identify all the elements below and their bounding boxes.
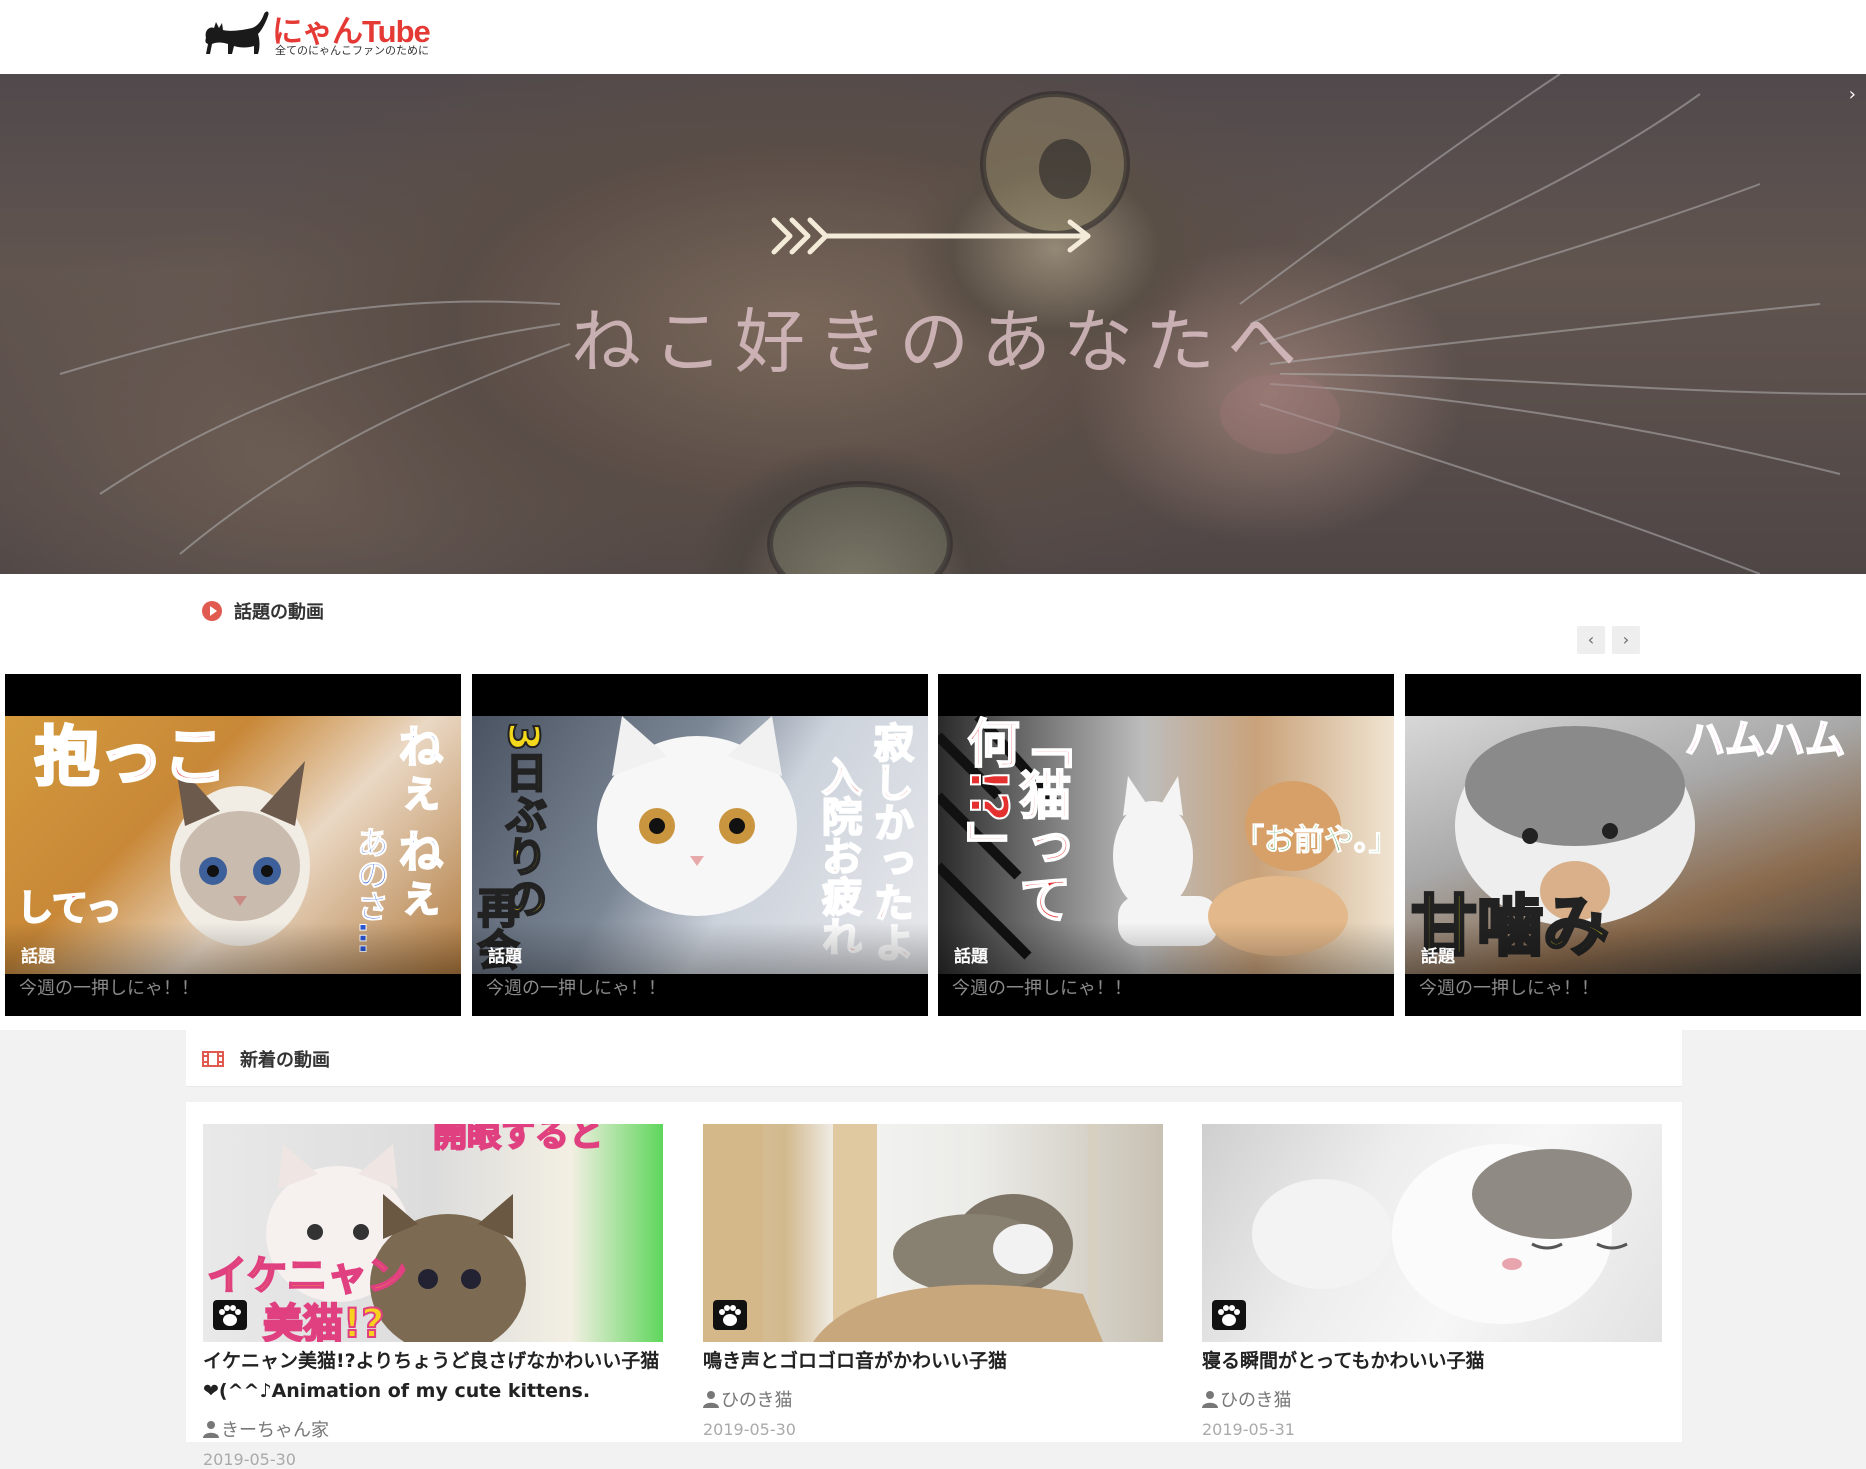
video-thumbnail[interactable] [703,1124,1163,1342]
arrow-icon [771,217,1091,255]
video-title[interactable]: 鳴き声とゴロゴロ音がかわいい子猫 [703,1346,1163,1376]
thumb-text: 「お前や。」 [1234,823,1395,858]
cat-illustration [597,716,797,916]
thumb-text: ハムハム [1684,717,1846,763]
thumb-shade [1405,922,1861,974]
thumb-text: 開眼すると [432,1124,604,1155]
person-icon [1202,1391,1218,1408]
trending-card[interactable]: ハムハム 甘噛み 話題 今週の一押しにゃ！！ [1405,674,1861,1016]
video-card[interactable]: 鳴き声とゴロゴロ音がかわいい子猫 ひのき猫 2019-05-30 [703,1124,1163,1439]
video-title[interactable]: イケニャン美猫!?よりちょうど良さげなかわいい子猫❤(^^♪Animation … [203,1346,663,1406]
new-videos-header-box [186,1030,1682,1087]
video-author[interactable]: ひのき猫 [1202,1386,1662,1412]
paw-icon [213,1300,247,1330]
logo-tagline: 全てのにゃんこファンのために [275,44,429,57]
site-header: にゃんTube 全てのにゃんこファンのために [0,0,1866,74]
new-videos-section-title: 新着の動画 [240,1050,330,1071]
thumb-shade [5,922,461,974]
author-name: きーちゃん家 [221,1420,329,1441]
video-thumbnail[interactable]: 「猫って何!?」 「お前や。」 [938,716,1394,974]
trending-card[interactable]: 3日ぶりの 再会 寂しかったよ 入院お疲れ 話題 今週の一押しにゃ！！ [472,674,928,1016]
thumb-text: 美猫!? [262,1301,385,1342]
card-caption: 今週の一押しにゃ！！ [19,978,199,999]
trending-card[interactable]: 「猫って何!?」 「お前や。」 話題 今週の一押しにゃ！！ [938,674,1394,1016]
topic-tag: 話題 [1421,947,1455,967]
card-caption: 今週の一押しにゃ！！ [486,978,666,999]
hero-banner[interactable]: ねこ好きのあなたへ › [0,74,1866,574]
paw-icon [713,1300,747,1330]
thumb-text: ねぇ [398,722,444,817]
video-card[interactable]: 寝る瞬間がとってもかわいい子猫 ひのき猫 2019-05-31 [1202,1124,1662,1439]
play-circle-icon [202,601,222,621]
thumb-text: 抱っこ [34,721,229,795]
thumb-shade [938,922,1394,974]
thumb-text: ねぇ [398,827,444,922]
carousel-next-button[interactable]: › [1612,626,1640,654]
thumb-text: イケニャン [206,1253,408,1299]
topic-tag: 話題 [954,947,988,967]
author-name: ひのき猫 [721,1390,793,1411]
trending-section-header: 話題の動画 [202,598,324,624]
video-thumbnail[interactable]: 3日ぶりの 再会 寂しかったよ 入院お疲れ [472,716,928,974]
person-icon [703,1391,719,1408]
video-thumbnail[interactable] [1202,1124,1662,1342]
video-author[interactable]: きーちゃん家 [203,1416,663,1442]
card-caption: 今週の一押しにゃ！！ [1419,978,1599,999]
sleeping-kitten-illustration [1252,1144,1632,1324]
new-videos-section-header: 新着の動画 [202,1046,330,1072]
video-thumbnail[interactable]: ハムハム 甘噛み [1405,716,1861,974]
video-thumbnail[interactable]: 抱っこ してっ ねぇ ねぇ あのさ… [5,716,461,974]
author-name: ひのき猫 [1220,1390,1292,1411]
video-thumbnail[interactable]: 開眼すると イケニャン 美猫!? [203,1124,663,1342]
cat-logo-icon [205,11,269,54]
video-date: 2019-05-30 [203,1450,296,1469]
trending-section-title: 話題の動画 [234,602,324,623]
card-caption: 今週の一押しにゃ！！ [952,978,1132,999]
hero-headline: ねこ好きのあなたへ [571,301,1309,383]
topic-tag: 話題 [488,947,522,967]
trending-card[interactable]: 抱っこ してっ ねぇ ねぇ あのさ… 話題 今週の一押しにゃ！！ [5,674,461,1016]
video-date: 2019-05-31 [1202,1420,1295,1439]
kitten-scene-illustration [703,1124,1103,1342]
video-title[interactable]: 寝る瞬間がとってもかわいい子猫 [1202,1346,1662,1376]
video-date: 2019-05-30 [703,1420,796,1439]
hero-next-control[interactable]: › [1849,84,1856,105]
site-logo[interactable]: にゃんTube 全てのにゃんこファンのために [200,6,460,62]
paw-icon [1212,1300,1246,1330]
person-icon [203,1421,219,1438]
carousel-prev-button[interactable]: ‹ [1577,626,1605,654]
video-card[interactable]: 開眼すると イケニャン 美猫!? イケニャン美猫!?よりちょうど良さげなかわいい… [203,1124,663,1469]
film-icon [202,1051,224,1067]
topic-tag: 話題 [21,947,55,967]
thumb-shade [472,922,928,974]
video-author[interactable]: ひのき猫 [703,1386,1163,1412]
